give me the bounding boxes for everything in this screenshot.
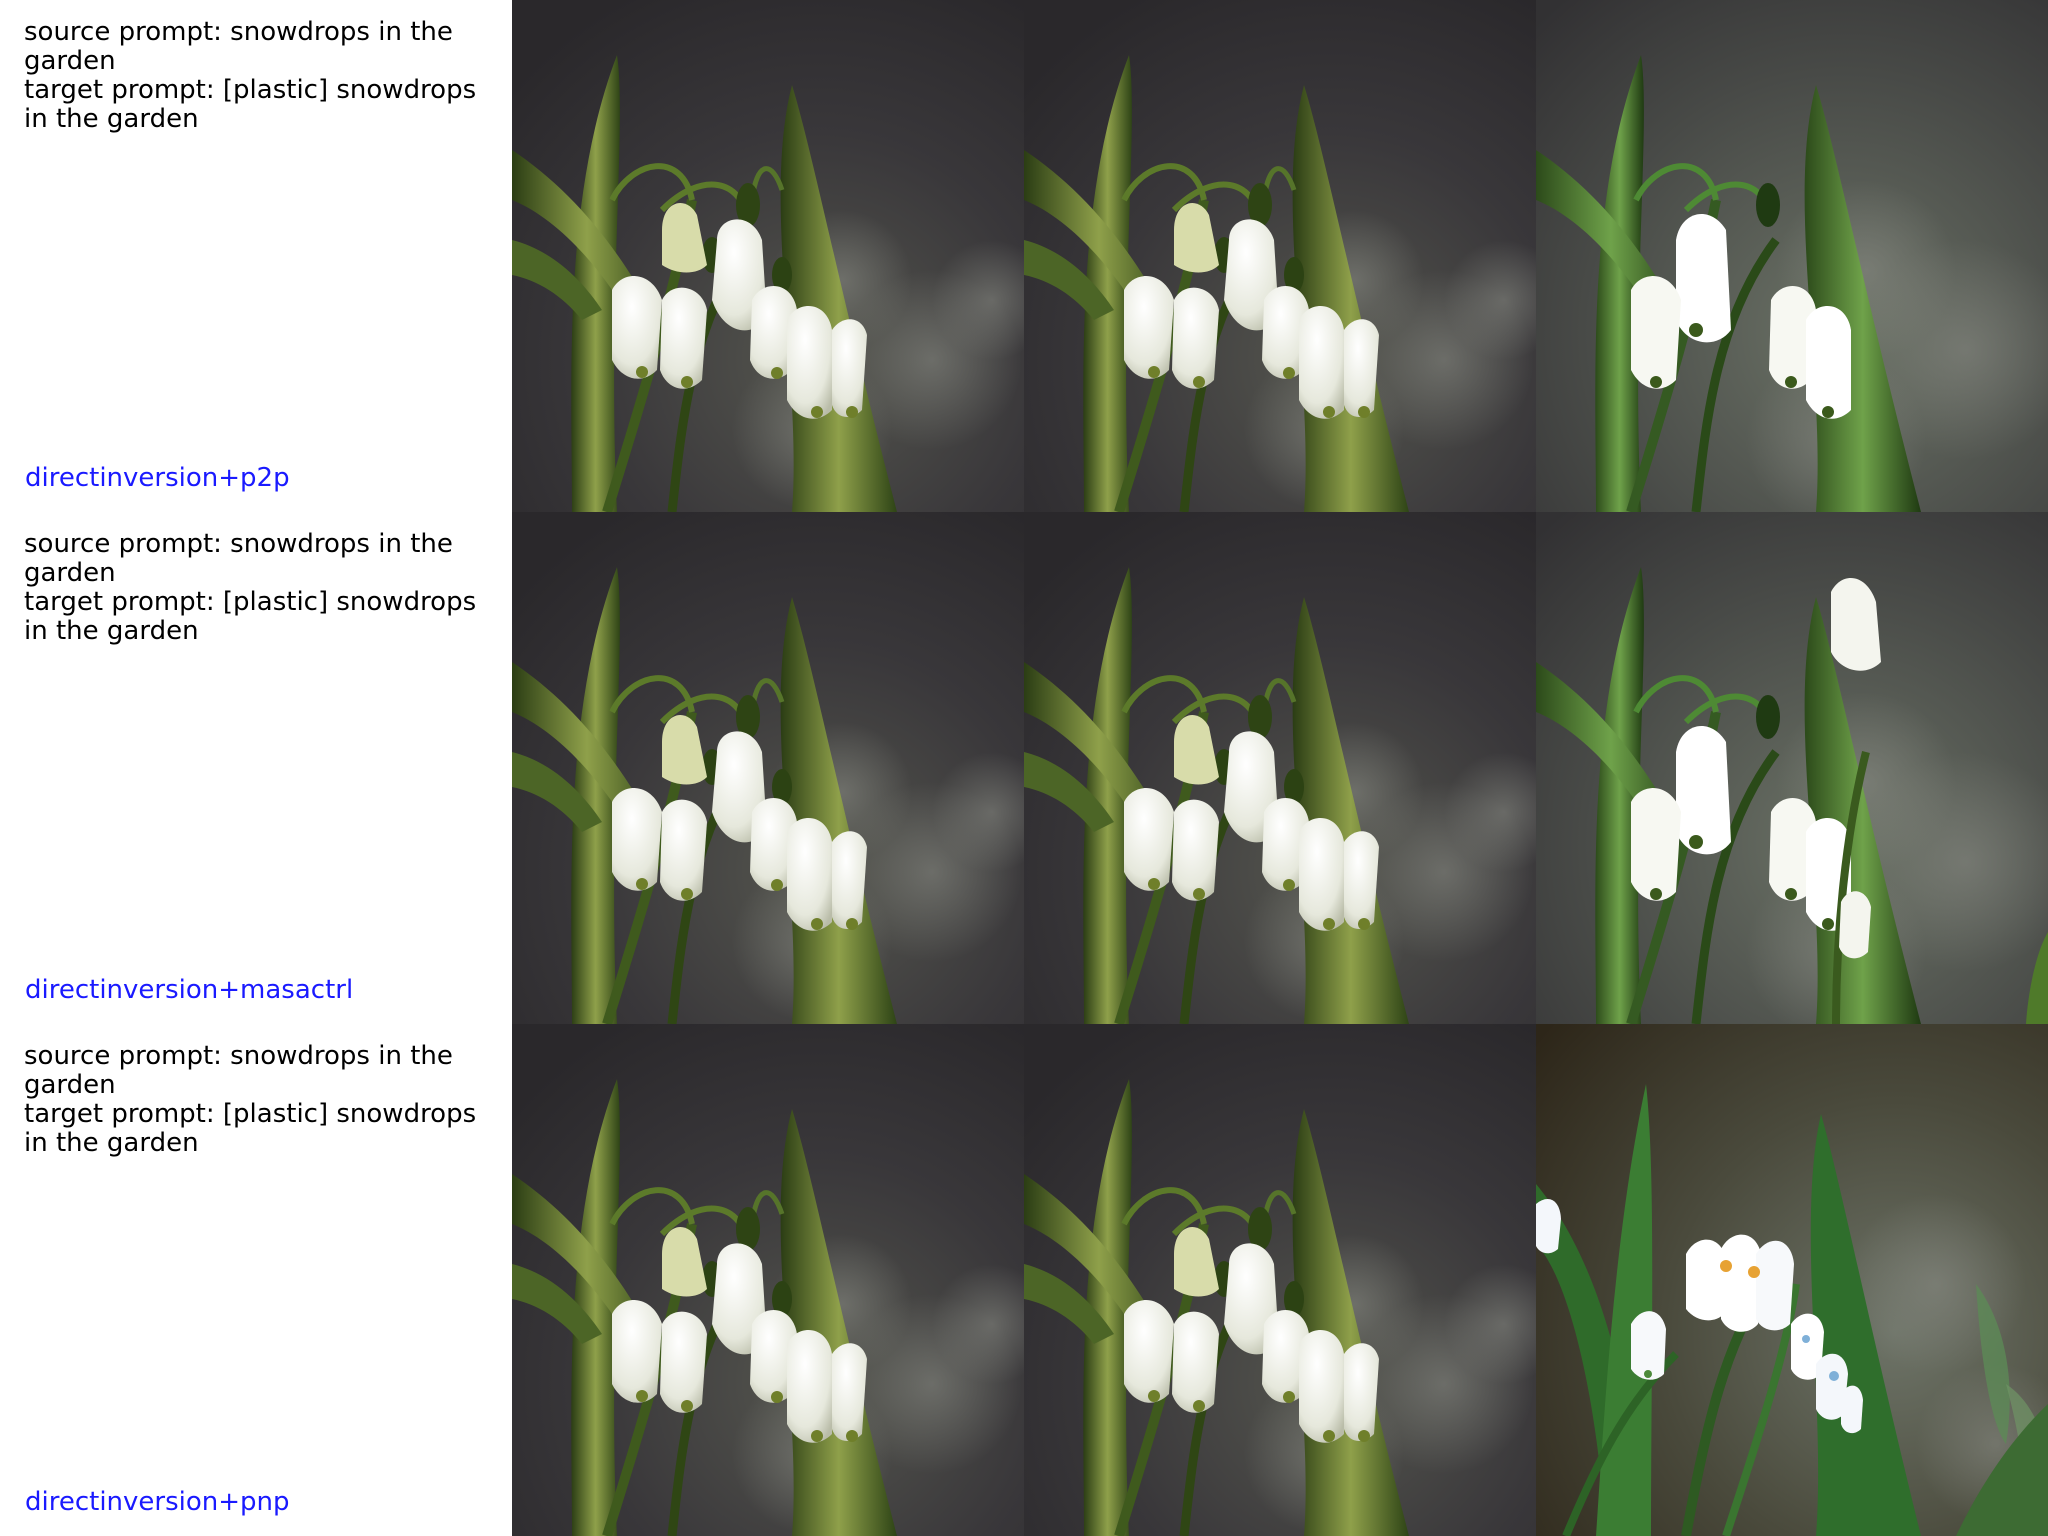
source-prompt: source prompt: snowdrops in the garden [24,1041,453,1100]
prompt-text: source prompt: snowdrops in the garden t… [24,18,500,134]
row-label-panel: source prompt: snowdrops in the garden t… [0,512,512,1024]
snowdrop-photo [1024,0,1536,512]
snowdrop-photo [512,512,1024,1024]
prompt-text: source prompt: snowdrops in the garden t… [24,530,500,646]
edited-image [1536,0,2048,512]
source-image [512,512,1024,1024]
plastic-snowdrop-photo [1536,1024,2048,1536]
source-image [512,1024,1024,1536]
edited-image [1536,1024,2048,1536]
target-prompt: target prompt: [plastic] snowdrops in th… [24,587,477,646]
method-label: directinversion+masactrl [25,975,354,1005]
method-label: directinversion+p2p [25,463,290,493]
snowdrop-photo [512,0,1024,512]
row-label-panel: source prompt: snowdrops in the garden t… [0,0,512,512]
target-prompt: target prompt: [plastic] snowdrops in th… [24,1099,477,1158]
edited-image [1536,512,2048,1024]
prompt-text: source prompt: snowdrops in the garden t… [24,1042,500,1158]
snowdrop-photo [512,1024,1024,1536]
source-image [512,0,1024,512]
snowdrop-photo [1536,0,2048,512]
method-label: directinversion+pnp [25,1487,290,1517]
reconstruction-image [1024,512,1536,1024]
result-row: source prompt: snowdrops in the garden t… [0,1024,2048,1536]
result-row: source prompt: snowdrops in the garden t… [0,0,2048,512]
row-label-panel: source prompt: snowdrops in the garden t… [0,1024,512,1536]
snowdrop-photo [1536,512,2048,1024]
result-row: source prompt: snowdrops in the garden t… [0,512,2048,1024]
snowdrop-photo [1024,1024,1536,1536]
source-prompt: source prompt: snowdrops in the garden [24,17,453,76]
reconstruction-image [1024,1024,1536,1536]
source-prompt: source prompt: snowdrops in the garden [24,529,453,588]
reconstruction-image [1024,0,1536,512]
snowdrop-photo [1024,512,1536,1024]
target-prompt: target prompt: [plastic] snowdrops in th… [24,75,477,134]
